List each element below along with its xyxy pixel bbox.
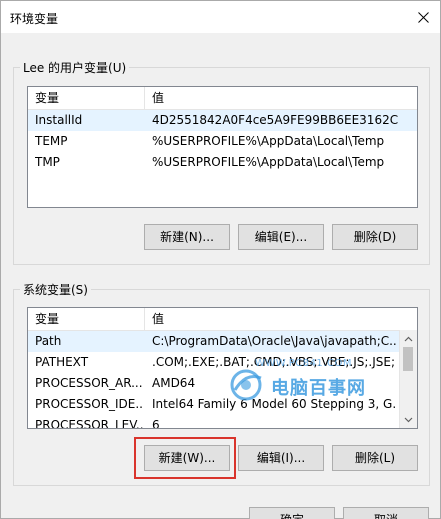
- list-rows: InstallId 4D2551842A0F4ce5A9FE99BB6EE316…: [28, 110, 417, 173]
- system-edit-button[interactable]: 编辑(I)...: [238, 445, 324, 471]
- variable-value: C:\ProgramData\Oracle\Java\javapath;C...: [152, 334, 396, 348]
- chevron-down-icon: [404, 417, 413, 422]
- environment-variables-dialog: 环境变量 Lee 的用户变量(U) 变量 值 InstallId 4D25518…: [0, 0, 441, 519]
- column-header-variable[interactable]: 变量: [28, 308, 145, 330]
- variable-name: PATHEXT: [35, 355, 89, 369]
- table-row[interactable]: Path C:\ProgramData\Oracle\Java\javapath…: [28, 331, 417, 352]
- variable-name: TMP: [35, 155, 60, 169]
- user-edit-button[interactable]: 编辑(E)...: [238, 224, 324, 250]
- variable-value: .COM;.EXE;.BAT;.CMD;.VBS;.VBE;.JS;.JSE;.…: [152, 355, 396, 369]
- close-icon: [417, 11, 429, 23]
- variable-value: Intel64 Family 6 Model 60 Stepping 3, G.…: [152, 397, 396, 411]
- table-row[interactable]: PROCESSOR_AR... AMD64: [28, 373, 417, 394]
- table-row[interactable]: PATHEXT .COM;.EXE;.BAT;.CMD;.VBS;.VBE;.J…: [28, 352, 417, 373]
- table-row[interactable]: PROCESSOR_LEV... 6: [28, 415, 417, 429]
- variable-name: PROCESSOR_AR...: [35, 376, 143, 390]
- user-new-button[interactable]: 新建(N)...: [144, 224, 230, 250]
- list-header: 变量 值: [28, 308, 417, 331]
- system-new-button[interactable]: 新建(W)...: [144, 445, 230, 471]
- ok-button[interactable]: 确定: [249, 507, 335, 519]
- variable-name: PROCESSOR_LEV...: [35, 418, 143, 429]
- table-row[interactable]: InstallId 4D2551842A0F4ce5A9FE99BB6EE316…: [28, 110, 417, 131]
- variable-name: InstallId: [35, 113, 83, 127]
- variable-name: TEMP: [35, 134, 68, 148]
- scroll-down-button[interactable]: [400, 411, 417, 428]
- title-bar: 环境变量: [1, 1, 440, 33]
- column-header-value[interactable]: 值: [145, 308, 415, 330]
- list-rows: Path C:\ProgramData\Oracle\Java\javapath…: [28, 331, 417, 429]
- variable-value: 4D2551842A0F4ce5A9FE99BB6EE3162C: [152, 113, 398, 127]
- table-row[interactable]: TMP %USERPROFILE%\AppData\Local\Temp: [28, 152, 417, 173]
- system-variables-label: 系统变量(S): [23, 283, 88, 297]
- user-variables-list[interactable]: 变量 值 InstallId 4D2551842A0F4ce5A9FE99BB6…: [27, 86, 418, 208]
- variable-name: PROCESSOR_IDE...: [35, 397, 143, 411]
- list-header: 变量 值: [28, 87, 417, 110]
- system-delete-button[interactable]: 删除(L): [332, 445, 418, 471]
- vertical-scrollbar[interactable]: [399, 330, 417, 428]
- column-header-value[interactable]: 值: [145, 87, 415, 109]
- variable-value: %USERPROFILE%\AppData\Local\Temp: [152, 155, 385, 169]
- system-variables-list[interactable]: 变量 值 Path C:\ProgramData\Oracle\Java\jav…: [27, 307, 418, 429]
- variable-value: AMD64: [152, 376, 196, 390]
- chevron-up-icon: [404, 336, 413, 341]
- table-row[interactable]: PROCESSOR_IDE... Intel64 Family 6 Model …: [28, 394, 417, 415]
- scroll-up-button[interactable]: [400, 330, 417, 347]
- cancel-button[interactable]: 取消: [343, 507, 429, 519]
- close-button[interactable]: [406, 1, 440, 33]
- user-variables-label: Lee 的用户变量(U): [23, 61, 127, 75]
- variable-name: Path: [35, 334, 62, 348]
- scroll-thumb[interactable]: [403, 347, 413, 371]
- variable-value: 6: [152, 418, 160, 429]
- column-header-variable[interactable]: 变量: [28, 87, 145, 109]
- user-delete-button[interactable]: 删除(D): [332, 224, 418, 250]
- window-title: 环境变量: [10, 12, 59, 26]
- variable-value: %USERPROFILE%\AppData\Local\Temp: [152, 134, 385, 148]
- table-row[interactable]: TEMP %USERPROFILE%\AppData\Local\Temp: [28, 131, 417, 152]
